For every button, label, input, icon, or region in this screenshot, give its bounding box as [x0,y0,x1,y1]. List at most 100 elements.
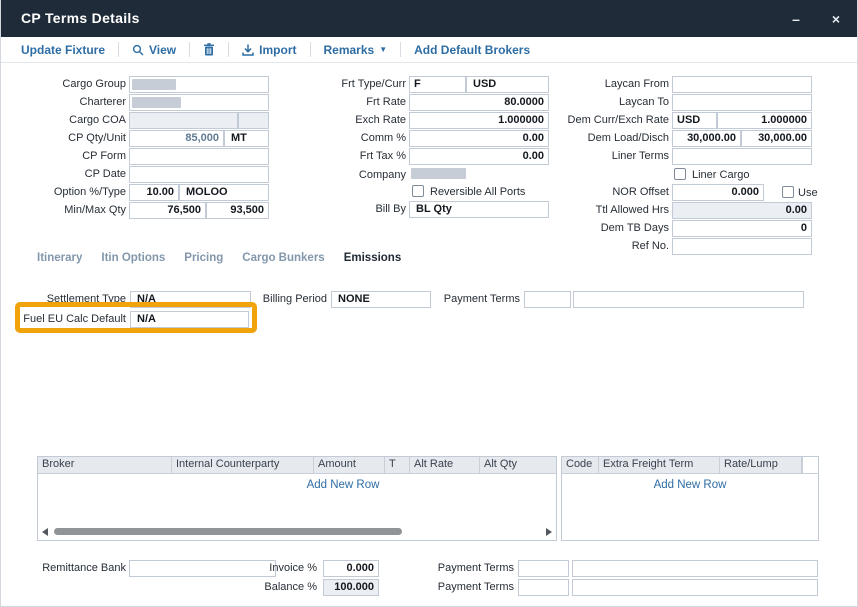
laycan-from-label: Laycan From [539,77,669,92]
scroll-right-arrow[interactable] [546,528,552,536]
nor-offset-use-label: Use [798,187,818,199]
bill-by-field[interactable]: BL Qty [409,201,549,218]
cp-date-label: CP Date [9,167,126,182]
reversible-all-ports-checkbox[interactable] [412,185,424,197]
balance-pct-label: Balance % [241,580,317,595]
frt-tax-label: Frt Tax % [299,149,406,164]
dem-curr-field[interactable]: USD [672,112,717,129]
cargo-group-label: Cargo Group [9,77,126,92]
column-header-internal-counterparty[interactable]: Internal Counterparty [172,457,314,473]
add-default-brokers-button[interactable]: Add Default Brokers [414,43,530,57]
cp-qty-field[interactable]: 85,000 [129,130,224,147]
payment-terms-2-code-field[interactable] [518,579,569,596]
exch-rate-field[interactable]: 1.000000 [409,112,549,129]
liner-cargo-checkbox[interactable] [674,168,686,180]
trash-icon [203,43,215,56]
toolbar-separator [310,42,311,57]
billing-period-label: Billing Period [241,292,327,307]
billing-period-field[interactable]: NONE [331,291,431,308]
frt-rate-field[interactable]: 80.0000 [409,94,549,111]
dialog-title: CP Terms Details [21,10,140,26]
laycan-from-field[interactable] [672,76,812,93]
invoice-pct-field[interactable]: 0.000 [323,560,379,577]
add-new-row-link[interactable]: Add New Row [562,479,818,491]
column-header-alt-qty[interactable]: Alt Qty [480,457,556,473]
tab-itinerary[interactable]: Itinerary [37,252,82,264]
remarks-button[interactable]: Remarks ▼ [324,43,388,57]
comm-pct-field[interactable]: 0.00 [409,130,549,147]
update-fixture-button[interactable]: Update Fixture [21,43,105,57]
caret-down-icon: ▼ [379,45,387,55]
update-fixture-label: Update Fixture [21,43,105,57]
cp-form-field[interactable] [129,148,269,165]
bill-by-label: Bill By [299,202,406,217]
ref-no-field[interactable] [672,238,812,255]
view-button[interactable]: View [132,43,176,57]
toolbar-separator [400,42,401,57]
column-header-code[interactable]: Code [562,457,599,473]
column-header-amount[interactable]: Amount [314,457,385,473]
column-header-t[interactable]: T [385,457,410,473]
frt-tax-field[interactable]: 0.00 [409,148,549,165]
cargo-group-field[interactable] [129,76,269,93]
dem-load-field[interactable]: 30,000.00 [672,130,741,147]
cp-date-field[interactable] [129,166,269,183]
invoice-pct-label: Invoice % [241,561,317,576]
payment-terms-2-description-field[interactable] [572,579,818,596]
add-new-row-link[interactable]: Add New Row [38,479,556,491]
search-icon [132,44,144,56]
liner-terms-field[interactable] [672,148,812,165]
column-header-rate-lump[interactable]: Rate/Lump [720,457,802,473]
payment-terms-code-field[interactable] [524,291,571,308]
option-type-field[interactable]: MOLOO [179,184,269,201]
charterer-label: Charterer [9,95,126,110]
remarks-label: Remarks [324,43,375,57]
cp-unit-field[interactable]: MT [224,130,269,147]
nor-offset-use-checkbox[interactable] [782,186,794,198]
scrollbar-track[interactable] [48,525,546,538]
tab-bar: Itinerary Itin Options Pricing Cargo Bun… [37,252,401,264]
ref-no-label: Ref No. [539,239,669,254]
close-button[interactable]: × [825,8,847,30]
dem-curr-exch-label: Dem Curr/Exch Rate [539,113,669,128]
tab-pricing[interactable]: Pricing [184,252,223,264]
minimize-button[interactable]: – [785,8,807,30]
column-header-broker[interactable]: Broker [38,457,172,473]
payment-terms-label: Payment Terms [422,580,514,595]
dem-exch-rate-field[interactable]: 1.000000 [717,112,812,129]
frt-curr-field[interactable]: USD [466,76,549,93]
tab-cargo-bunkers[interactable]: Cargo Bunkers [242,252,324,264]
laycan-to-field[interactable] [672,94,812,111]
nor-offset-field[interactable]: 0.000 [672,184,764,201]
horizontal-scrollbar[interactable] [39,525,555,538]
charterer-field[interactable] [129,94,269,111]
frt-rate-label: Frt Rate [299,95,406,110]
payment-terms-description-field[interactable] [573,291,804,308]
cp-form-label: CP Form [9,149,126,164]
liner-cargo-label: Liner Cargo [692,169,749,181]
option-pct-type-label: Option %/Type [9,185,126,200]
dem-disch-field[interactable]: 30,000.00 [741,130,812,147]
comm-pct-label: Comm % [299,131,406,146]
tab-emissions[interactable]: Emissions [344,252,402,264]
option-pct-field[interactable]: 10.00 [129,184,179,201]
min-qty-field[interactable]: 76,500 [129,202,206,219]
redacted-value [132,97,181,108]
liner-terms-label: Liner Terms [539,149,669,164]
fuel-eu-calc-default-field[interactable]: N/A [130,311,249,328]
cargo-coa-aux-field [238,112,269,129]
tab-itin-options[interactable]: Itin Options [101,252,165,264]
settlement-type-field[interactable]: N/A [130,291,251,308]
frt-type-field[interactable]: F [409,76,466,93]
column-header-extra-freight-term[interactable]: Extra Freight Term [599,457,720,473]
brokers-table-header: Broker Internal Counterparty Amount T Al… [38,457,556,474]
balance-pct-field: 100.000 [323,579,379,596]
column-header-alt-rate[interactable]: Alt Rate [410,457,480,473]
payment-terms-1-description-field[interactable] [572,560,818,577]
payment-terms-1-code-field[interactable] [518,560,569,577]
delete-button[interactable] [203,43,215,56]
scrollbar-thumb[interactable] [54,528,402,535]
dem-tb-days-field[interactable]: 0 [672,220,812,237]
import-button[interactable]: Import [242,43,296,57]
max-qty-field[interactable]: 93,500 [206,202,269,219]
